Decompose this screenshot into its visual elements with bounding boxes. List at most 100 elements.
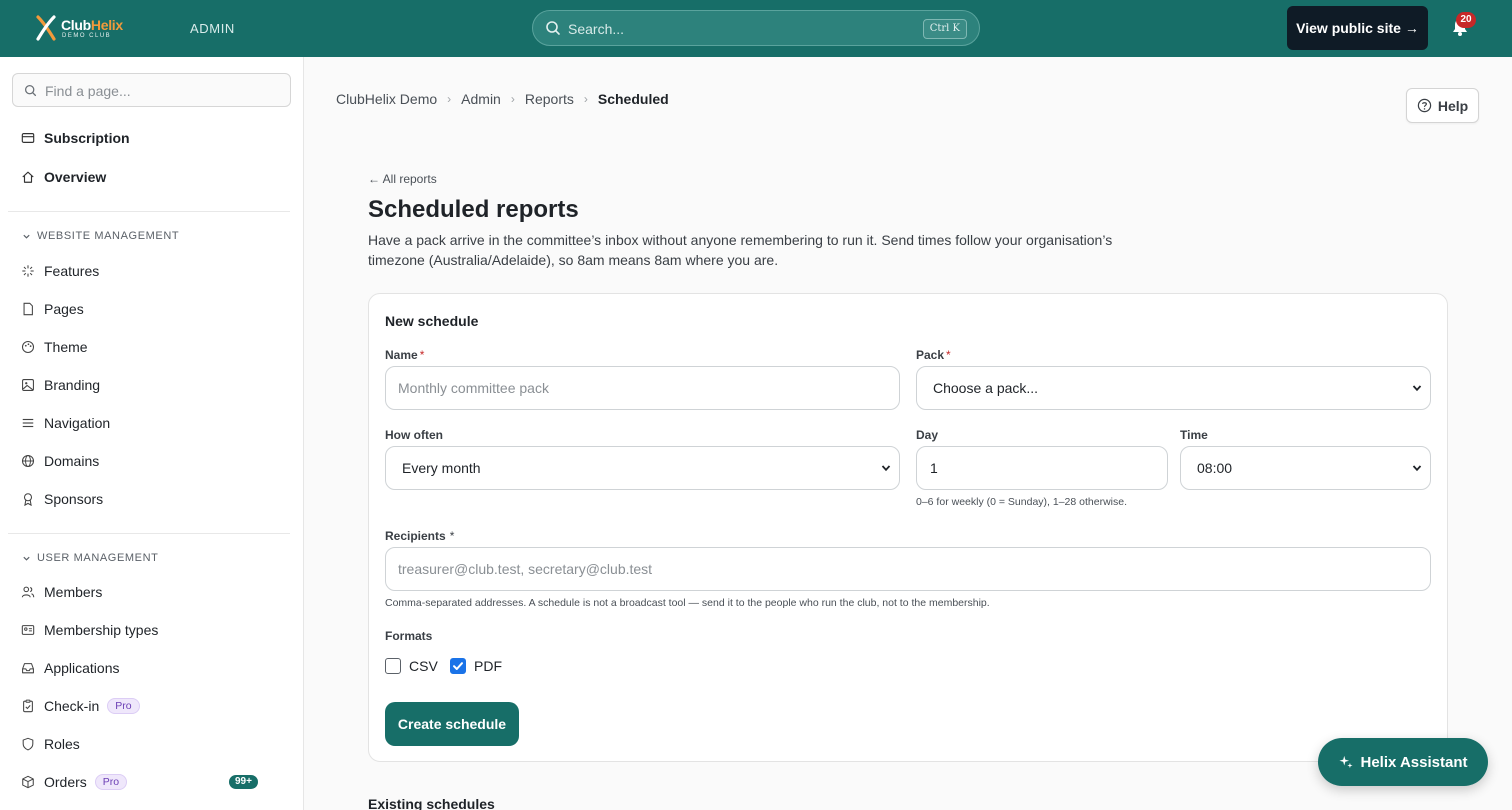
- section-title: WEBSITE MANAGEMENT: [37, 230, 180, 242]
- users-icon: [20, 584, 36, 600]
- sidebar-item-label: Domains: [44, 453, 100, 469]
- sidebar-item-label: Features: [44, 263, 100, 279]
- help-button[interactable]: Help: [1406, 88, 1479, 123]
- find-page-placeholder: Find a page...: [45, 83, 131, 99]
- csv-checkbox[interactable]: CSV: [385, 658, 438, 674]
- chevron-right-icon: ›: [510, 92, 515, 106]
- breadcrumb-reports[interactable]: Reports: [525, 91, 574, 107]
- sidebar-item-pages[interactable]: Pages: [20, 297, 84, 321]
- checkbox-unchecked[interactable]: [385, 658, 401, 674]
- chevron-down-icon: [23, 234, 30, 239]
- breadcrumb-clubhelix-demo[interactable]: ClubHelix Demo: [336, 91, 437, 107]
- pdf-checkbox[interactable]: PDF: [450, 658, 502, 674]
- sidebar-item-check-in[interactable]: Check-in Pro: [20, 694, 140, 718]
- helix-assistant-button[interactable]: Helix Assistant: [1318, 738, 1488, 786]
- orders-count-badge: 99+: [229, 775, 258, 789]
- view-public-site-button[interactable]: View public site →: [1287, 6, 1428, 50]
- sidebar-item-label: Pages: [44, 301, 84, 317]
- name-input[interactable]: Monthly committee pack: [385, 366, 900, 410]
- sparkle-icon: [20, 263, 36, 279]
- clipboard-check-icon: [20, 698, 36, 714]
- recipients-hint: Comma-separated addresses. A schedule is…: [385, 597, 990, 609]
- clubhelix-logo[interactable]: ClubHelix DEMO CLUB: [36, 14, 136, 44]
- sidebar-item-members[interactable]: Members: [20, 580, 102, 604]
- page-intro: Have a pack arrive in the committee’s in…: [368, 232, 1113, 268]
- menu-icon: [20, 415, 36, 431]
- logo-wordmark: ClubHelix: [61, 17, 123, 33]
- sidebar-item-overview[interactable]: Overview: [20, 165, 106, 189]
- recipients-label: Recipients *: [385, 529, 455, 543]
- sidebar-item-subscription[interactable]: Subscription: [20, 126, 130, 150]
- chevron-right-icon: ›: [583, 92, 588, 106]
- award-icon: [20, 491, 36, 507]
- assistant-label: Helix Assistant: [1360, 753, 1468, 771]
- breadcrumb-scheduled: Scheduled: [597, 91, 669, 107]
- checkbox-checked[interactable]: [450, 658, 466, 674]
- question-circle-icon: [1417, 98, 1432, 113]
- create-schedule-button[interactable]: Create schedule: [385, 702, 519, 746]
- card-title: New schedule: [385, 313, 479, 329]
- section-title: USER MANAGEMENT: [37, 552, 159, 564]
- palette-icon: [20, 339, 36, 355]
- sparkle-icon: [1338, 755, 1353, 769]
- sidebar-divider: [8, 533, 290, 534]
- day-hint: 0–6 for weekly (0 = Sunday), 1–28 otherw…: [916, 496, 1127, 508]
- website-management-section[interactable]: WEBSITE MANAGEMENT: [22, 230, 179, 242]
- globe-icon: [20, 453, 36, 469]
- chevron-down-icon: [23, 556, 30, 561]
- pack-select[interactable]: Choose a pack...: [916, 366, 1431, 410]
- helix-logo-icon: [36, 15, 56, 41]
- sidebar-item-domains[interactable]: Domains: [20, 449, 99, 473]
- sidebar-item-label: Check-in: [44, 698, 100, 714]
- shield-icon: [20, 736, 36, 752]
- sidebar-item-label: Subscription: [44, 130, 130, 146]
- day-input[interactable]: 1: [916, 446, 1168, 490]
- all-reports-link[interactable]: ← All reports: [368, 172, 437, 186]
- find-page-input[interactable]: Find a page...: [12, 73, 291, 107]
- inbox-icon: [20, 660, 36, 676]
- pro-badge: Pro: [107, 698, 140, 714]
- sidebar-item-label: Branding: [44, 377, 101, 393]
- sidebar: Find a page... Subscription Overview WEB…: [0, 57, 304, 810]
- notification-badge: 20: [1456, 12, 1476, 28]
- search-placeholder: Search...: [568, 21, 625, 37]
- sidebar-item-label: Roles: [44, 736, 80, 752]
- sidebar-item-membership-types[interactable]: Membership types: [20, 618, 158, 642]
- search-icon: [24, 84, 37, 97]
- sidebar-item-features[interactable]: Features: [20, 259, 99, 283]
- how-often-value: Every month: [402, 460, 481, 476]
- chevron-down-icon: [881, 465, 891, 472]
- breadcrumb-admin[interactable]: Admin: [461, 91, 501, 107]
- time-select[interactable]: 08:00: [1180, 446, 1431, 490]
- sidebar-item-label: Members: [44, 584, 103, 600]
- how-often-label: How often: [385, 428, 443, 442]
- logo-subtitle: DEMO CLUB: [62, 33, 112, 39]
- page-title: Scheduled reports: [368, 196, 579, 223]
- sidebar-item-label: Sponsors: [44, 491, 104, 507]
- sidebar-item-sponsors[interactable]: Sponsors: [20, 487, 103, 511]
- chevron-right-icon: ›: [447, 92, 452, 106]
- new-schedule-card: New schedule Name * Monthly committee pac…: [368, 293, 1448, 762]
- how-often-select[interactable]: Every month: [385, 446, 900, 490]
- page-icon: [20, 301, 36, 317]
- id-card-icon: [20, 622, 36, 638]
- recipients-input[interactable]: treasurer@club.test, secretary@club.test: [385, 547, 1431, 591]
- sidebar-item-theme[interactable]: Theme: [20, 335, 88, 359]
- sidebar-item-roles[interactable]: Roles: [20, 732, 80, 756]
- chevron-down-icon: [1412, 465, 1422, 472]
- sidebar-item-navigation[interactable]: Navigation: [20, 411, 110, 435]
- sidebar-item-label: Orders: [44, 774, 87, 790]
- breadcrumb: ClubHelix Demo › Admin › Reports › Sched…: [336, 91, 669, 107]
- sidebar-item-label: Theme: [44, 339, 88, 355]
- sidebar-item-orders[interactable]: Orders Pro: [20, 770, 128, 794]
- home-icon: [20, 169, 36, 185]
- global-search[interactable]: Search... Ctrl K: [532, 10, 980, 46]
- time-select-value: 08:00: [1197, 460, 1233, 476]
- sidebar-item-branding[interactable]: Branding: [20, 373, 100, 397]
- search-shortcut: Ctrl K: [922, 19, 967, 39]
- image-icon: [20, 377, 36, 393]
- sidebar-item-applications[interactable]: Applications: [20, 656, 120, 680]
- sidebar-divider: [8, 211, 290, 212]
- user-management-section[interactable]: USER MANAGEMENT: [22, 552, 158, 564]
- search-icon: [546, 21, 560, 35]
